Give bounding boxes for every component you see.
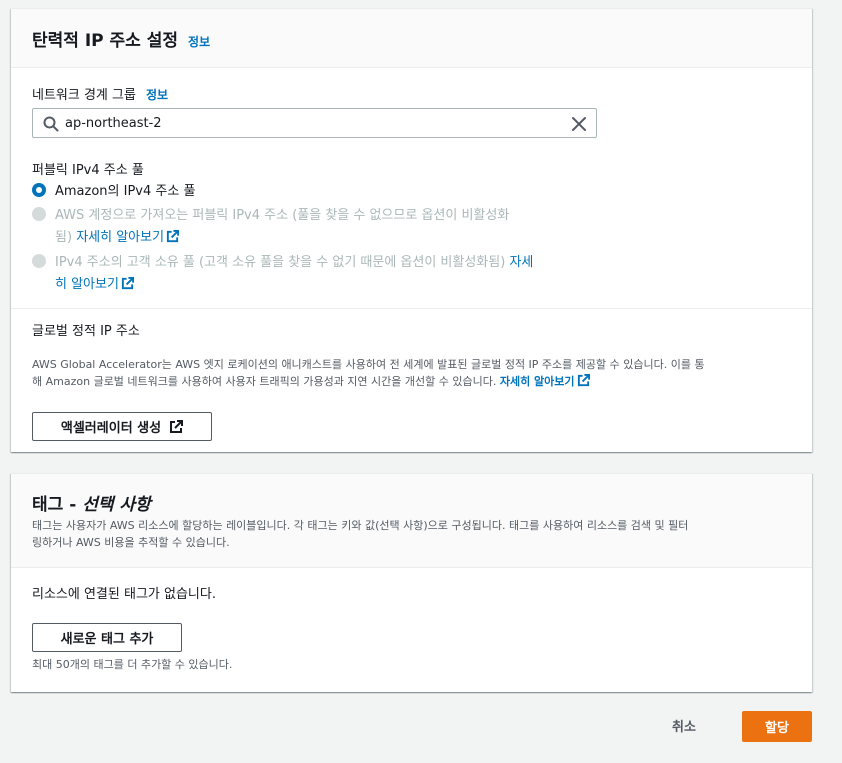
cancel-button[interactable]: 취소 xyxy=(672,716,696,735)
coip-learn-more-text: 히 알아보기 xyxy=(55,277,119,292)
eip-settings-header: 탄력적 IP 주소 설정 정보 xyxy=(11,9,812,68)
radio-disabled-icon xyxy=(32,207,46,221)
radio-checked-icon[interactable] xyxy=(32,183,46,197)
tags-title: 태그 - 선택 사항 xyxy=(32,490,151,515)
global-accelerator-learn-more-text: 자세히 알아보기 xyxy=(499,375,575,388)
tags-description-line2: 링하거나 AWS 비용을 추적할 수 있습니다. xyxy=(32,536,230,549)
search-icon xyxy=(43,116,59,132)
tags-header: 태그 - 선택 사항 태그는 사용자가 AWS 리소스에 할당하는 레이블입니다… xyxy=(11,474,812,568)
ipv4-pool-option-coip-label: IPv4 주소의 고객 소유 풀 (고객 소유 풀을 찾을 수 없기 때문에 옵… xyxy=(55,255,506,270)
ipv4-pool-label: 퍼블릭 IPv4 주소 풀 xyxy=(32,163,144,178)
close-icon[interactable] xyxy=(571,116,587,132)
global-static-ip-description-line2: 해 Amazon 글로벌 네트워크를 사용하여 사용자 트래픽의 가용성과 지연… xyxy=(32,375,497,388)
external-link-icon xyxy=(170,419,184,433)
tags-description: 태그는 사용자가 AWS 리소스에 할당하는 레이블입니다. 각 태그는 키와 … xyxy=(32,517,802,551)
tags-empty-text: 리소스에 연결된 태그가 없습니다. xyxy=(32,587,216,602)
eip-settings-info-link[interactable]: 정보 xyxy=(188,33,210,50)
allocate-button[interactable]: 할당 xyxy=(742,711,812,742)
network-border-group-search[interactable] xyxy=(32,108,597,138)
external-link-icon xyxy=(166,230,180,243)
ipv4-pool-option-coip: IPv4 주소의 고객 소유 풀 (고객 소유 풀을 찾을 수 없기 때문에 옵… xyxy=(32,252,595,296)
eip-settings-title: 탄력적 IP 주소 설정 xyxy=(32,31,179,51)
eip-settings-panel: 탄력적 IP 주소 설정 정보 네트워크 경계 그룹 정보 퍼블릭 IPv4 주… xyxy=(11,8,812,452)
create-accelerator-button-label: 액셀러레이터 생성 xyxy=(60,421,162,436)
network-border-group-info-link[interactable]: 정보 xyxy=(146,86,168,103)
network-border-group-input[interactable] xyxy=(65,113,565,133)
external-link-icon xyxy=(121,277,134,290)
radio-disabled-icon xyxy=(32,254,46,268)
tags-title-prefix: 태그 - xyxy=(32,495,77,515)
global-accelerator-learn-more-link[interactable]: 자세히 알아보기 xyxy=(499,374,590,388)
ipv4-pool-option-amazon[interactable]: Amazon의 IPv4 주소 풀 xyxy=(32,181,195,203)
global-static-ip-description-line1: AWS Global Accelerator는 AWS 엣지 로케이션의 애니캐… xyxy=(32,358,705,371)
tags-description-line1: 태그는 사용자가 AWS 리소스에 할당하는 레이블입니다. 각 태그는 키와 … xyxy=(32,519,689,532)
ipv4-pool-option-amazon-label: Amazon의 IPv4 주소 풀 xyxy=(55,184,196,199)
coip-learn-more-link-part1[interactable]: 자세 xyxy=(509,255,533,270)
ipv4-pool-option-byoip: AWS 계정으로 가져오는 퍼블릭 IPv4 주소 (풀을 찾을 수 없으므로 … xyxy=(32,205,575,249)
byoip-learn-more-link[interactable]: 자세히 알아보기 xyxy=(76,230,180,245)
tags-title-optional: 선택 사항 xyxy=(82,495,151,515)
ipv4-pool-option-byoip-label: AWS 계정으로 가져오는 퍼블릭 IPv4 주소 (풀을 찾을 수 없으므로 … xyxy=(55,208,510,223)
add-tag-button[interactable]: 새로운 태그 추가 xyxy=(32,623,182,652)
byoip-learn-more-text: 자세히 알아보기 xyxy=(76,230,165,245)
global-static-ip-label: 글로벌 정적 IP 주소 xyxy=(32,324,140,339)
global-static-ip-description: AWS Global Accelerator는 AWS 엣지 로케이션의 애니캐… xyxy=(32,356,792,390)
coip-learn-more-link[interactable]: 히 알아보기 xyxy=(55,277,134,292)
network-border-group-label: 네트워크 경계 그룹 xyxy=(32,88,136,103)
tags-limit-text: 최대 50개의 태그를 더 추가할 수 있습니다. xyxy=(32,658,233,671)
ipv4-pool-option-byoip-label-cont: 됨) xyxy=(55,230,73,245)
tags-panel: 태그 - 선택 사항 태그는 사용자가 AWS 리소스에 할당하는 레이블입니다… xyxy=(11,473,812,692)
create-accelerator-button[interactable]: 액셀러레이터 생성 xyxy=(32,412,212,441)
external-link-icon xyxy=(577,374,590,387)
section-divider xyxy=(11,308,812,309)
